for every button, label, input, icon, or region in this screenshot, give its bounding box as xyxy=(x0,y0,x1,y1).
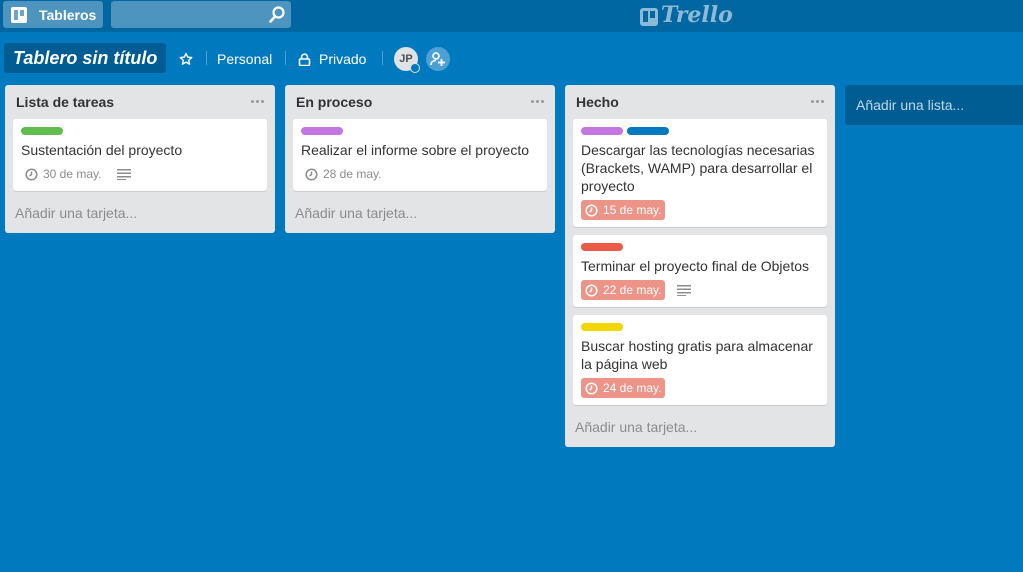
card-title: Descargar las tecnologías necesarias (Br… xyxy=(581,142,815,194)
card-title: Terminar el proyecto final de Objetos xyxy=(581,258,809,274)
clock-icon xyxy=(25,167,38,181)
header-divider xyxy=(382,51,383,65)
due-date-text: 30 de may. xyxy=(43,167,102,181)
due-date-badge: 28 de may. xyxy=(301,164,385,184)
card[interactable]: Descargar las tecnologías necesarias (Br… xyxy=(573,119,827,227)
list-title[interactable]: En proceso xyxy=(296,94,372,110)
member-avatar[interactable]: JP xyxy=(394,47,420,73)
label-purple xyxy=(581,127,623,135)
visibility-button[interactable]: Privado xyxy=(298,45,366,73)
label-blue xyxy=(627,127,669,135)
due-date-text: 15 de may. xyxy=(603,203,662,217)
logo-text: Trello xyxy=(661,2,733,28)
due-date-text: 28 de may. xyxy=(323,167,382,181)
trello-logo-icon xyxy=(640,6,658,26)
star-outline-icon xyxy=(179,52,193,65)
card[interactable]: Terminar el proyecto final de Objetos 22… xyxy=(573,235,827,307)
description-icon xyxy=(677,285,692,296)
card-labels xyxy=(581,127,819,135)
lock-icon xyxy=(298,52,311,66)
magnifier-icon[interactable] xyxy=(269,6,285,23)
card[interactable]: Buscar hosting gratis para almacenar la … xyxy=(573,315,827,405)
search-input[interactable] xyxy=(111,1,261,28)
card-title: Buscar hosting gratis para almacenar la … xyxy=(581,338,813,372)
list-title[interactable]: Lista de tareas xyxy=(16,94,114,110)
add-member-button[interactable] xyxy=(426,47,450,71)
card[interactable]: Realizar el informe sobre el proyecto 28… xyxy=(293,119,547,191)
add-card-button[interactable]: Añadir una tarjeta... xyxy=(5,199,275,233)
card-title: Sustentación del proyecto xyxy=(21,142,183,158)
card-title: Realizar el informe sobre el proyecto xyxy=(301,142,529,158)
add-card-button[interactable]: Añadir una tarjeta... xyxy=(285,199,555,233)
list-column: Lista de tareas Sustentación del proyect… xyxy=(5,85,275,233)
list-menu-icon[interactable] xyxy=(249,93,265,109)
due-date-badge: 30 de may. xyxy=(21,164,105,184)
board-title[interactable]: Tablero sin título xyxy=(4,43,167,73)
label-red xyxy=(581,243,623,251)
add-member-icon xyxy=(430,52,445,66)
due-date-badge: 24 de may. xyxy=(581,378,666,398)
boards-label: Tableros xyxy=(39,6,97,23)
star-button[interactable] xyxy=(176,45,196,73)
list-column: Hecho Descargar las tecnologías necesari… xyxy=(565,85,835,447)
list-header[interactable]: En proceso xyxy=(285,85,555,119)
header-divider xyxy=(285,51,286,65)
label-purple xyxy=(301,127,343,135)
card-badges: 24 de may. xyxy=(581,377,819,399)
due-date-badge: 15 de may. xyxy=(581,200,666,220)
list-header[interactable]: Hecho xyxy=(565,85,835,119)
card-labels xyxy=(581,243,819,251)
admin-badge-icon xyxy=(410,63,420,73)
list-title[interactable]: Hecho xyxy=(576,94,619,110)
list-header[interactable]: Lista de tareas xyxy=(5,85,275,119)
card-badges: 15 de may. xyxy=(581,199,819,221)
boards-button[interactable]: Tableros xyxy=(3,1,103,28)
label-yellow xyxy=(581,323,623,331)
card[interactable]: Sustentación del proyecto 30 de may. xyxy=(13,119,267,191)
board-icon xyxy=(11,6,27,23)
trello-logo[interactable]: Trello xyxy=(640,2,733,28)
clock-icon xyxy=(585,283,598,297)
list-menu-icon[interactable] xyxy=(809,93,825,109)
card-badges: 30 de may. xyxy=(21,163,259,185)
card-badges: 28 de may. xyxy=(301,163,539,185)
card-labels xyxy=(301,127,539,135)
list-menu-icon[interactable] xyxy=(529,93,545,109)
visibility-label: Privado xyxy=(319,51,367,67)
due-date-text: 24 de may. xyxy=(603,381,662,395)
card-labels xyxy=(21,127,259,135)
card-labels xyxy=(581,323,819,331)
list-column: En proceso Realizar el informe sobre el … xyxy=(285,85,555,233)
search-box[interactable] xyxy=(111,1,291,28)
team-button[interactable]: Personal xyxy=(217,45,272,73)
member-initials: JP xyxy=(399,53,413,65)
label-green xyxy=(21,127,63,135)
header-divider xyxy=(206,51,207,65)
clock-icon xyxy=(305,167,318,181)
add-list-button[interactable]: Añadir una lista... xyxy=(845,85,1023,125)
clock-icon xyxy=(585,381,598,395)
top-header: Tableros Trello xyxy=(0,0,1023,32)
add-card-button[interactable]: Añadir una tarjeta... xyxy=(565,413,835,447)
due-date-badge: 22 de may. xyxy=(581,280,666,300)
clock-icon xyxy=(585,203,598,217)
description-icon xyxy=(117,169,132,180)
card-badges: 22 de may. xyxy=(581,279,819,301)
due-date-text: 22 de may. xyxy=(603,283,662,297)
